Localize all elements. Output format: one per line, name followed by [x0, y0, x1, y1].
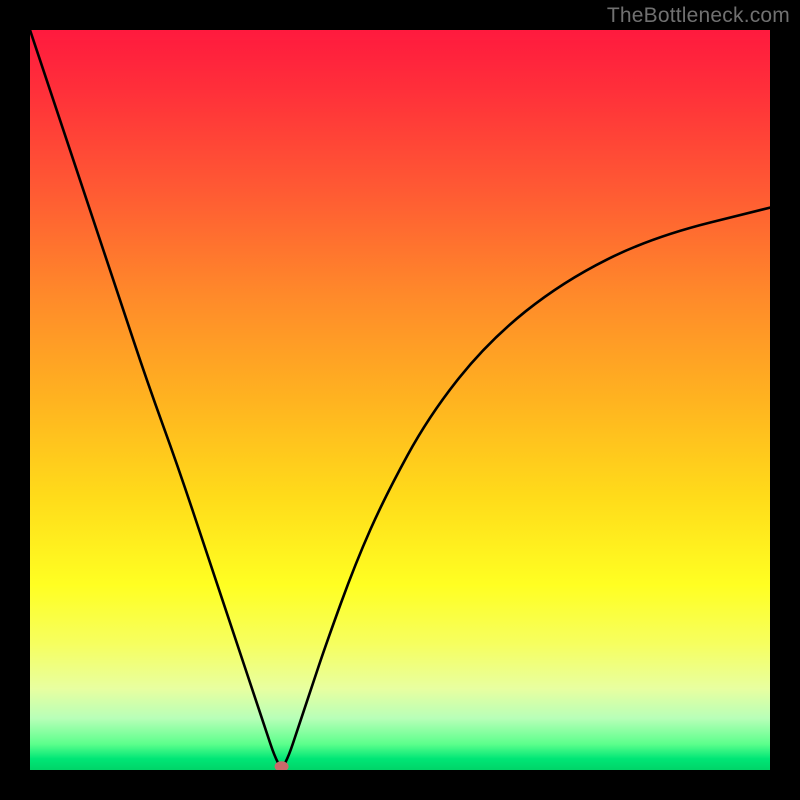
bottleneck-curve: [30, 30, 770, 766]
curve-layer: [30, 30, 770, 770]
watermark-text: TheBottleneck.com: [607, 4, 790, 28]
chart-frame: TheBottleneck.com: [0, 0, 800, 800]
plot-area: [30, 30, 770, 770]
